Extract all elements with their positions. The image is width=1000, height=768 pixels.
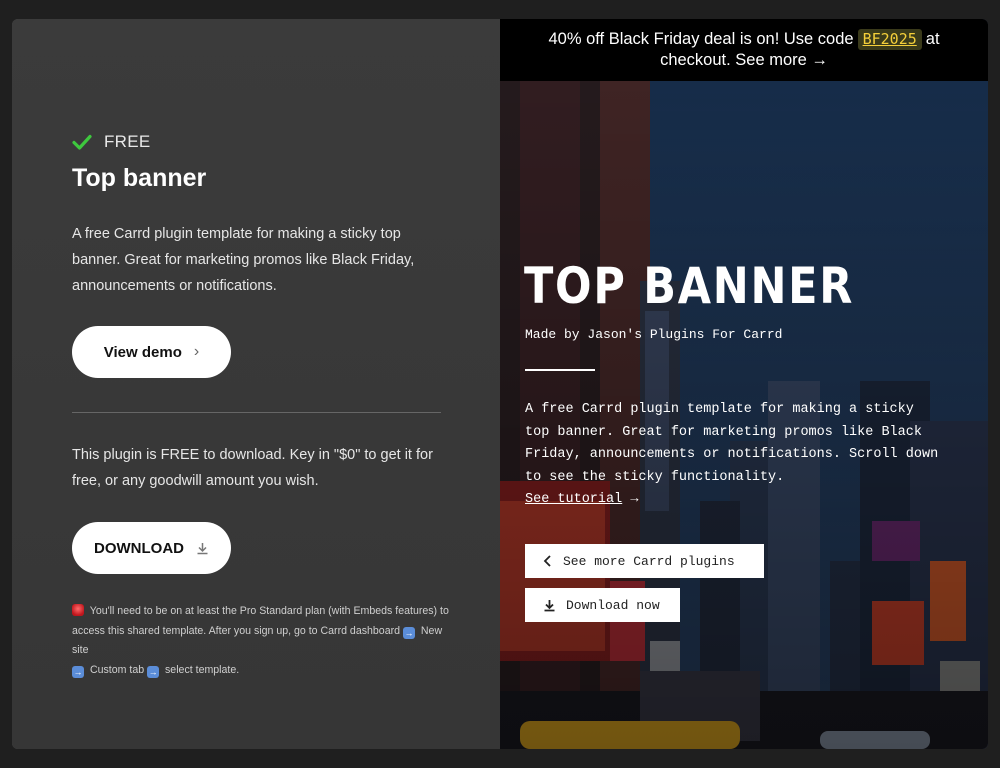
view-demo-label: View demo [103, 343, 182, 361]
download-button[interactable]: DOWNLOAD [72, 522, 231, 574]
plugin-card: FREE Top banner A free Carrd plugin temp… [12, 19, 988, 749]
chevron-left-icon [543, 555, 551, 567]
hero-rule [525, 369, 595, 371]
right-arrow-icon: → [402, 626, 415, 639]
hero-description-text: A free Carrd plugin template for making … [525, 402, 939, 485]
banner-text: 40% off Black Friday deal is on! Use cod… [548, 30, 854, 48]
see-more-plugins-button[interactable]: See more Carrd plugins [525, 544, 764, 578]
banner-line-1: 40% off Black Friday deal is on! Use cod… [548, 29, 940, 50]
download-icon [544, 599, 555, 611]
tutorial-arrow: → [622, 492, 639, 507]
download-label: DOWNLOAD [94, 539, 184, 557]
free-badge: FREE [72, 132, 151, 152]
checkmark-icon [72, 134, 92, 150]
see-tutorial-link[interactable]: See tutorial [525, 492, 622, 507]
preview-panel: 40% off Black Friday deal is on! Use cod… [500, 19, 988, 749]
hero-description: A free Carrd plugin template for making … [525, 399, 945, 512]
download-icon [197, 542, 208, 554]
note-text-4: select template. [162, 663, 240, 676]
download-now-button[interactable]: Download now [525, 588, 680, 622]
promo-code[interactable]: BF2025 [857, 29, 922, 50]
free-label: FREE [104, 132, 151, 151]
banner-after: at [925, 30, 940, 48]
right-arrow-icon: → [147, 665, 160, 678]
banner-line-2[interactable]: checkout. See more → [660, 50, 828, 71]
description: A free Carrd plugin template for making … [72, 226, 415, 294]
city-background-image: TOP BANNER Made by Jason's Plugins For C… [500, 81, 988, 749]
see-more-label: See more Carrd plugins [563, 553, 735, 569]
note-text-1: You'll need to be on at least the Pro St… [72, 605, 449, 637]
note-text-3: Custom tab [87, 663, 148, 676]
download-now-label: Download now [566, 597, 660, 613]
plan-note: You'll need to be on at least the Pro St… [72, 602, 452, 680]
page-title: Top banner [72, 164, 207, 192]
byline: Made by Jason's Plugins For Carrd [525, 327, 783, 342]
right-arrow-icon: → [72, 665, 84, 678]
info-panel: FREE Top banner A free Carrd plugin temp… [12, 19, 500, 749]
hero-title: TOP BANNER [524, 257, 855, 315]
chevron-right-icon: › [193, 343, 200, 360]
view-demo-button[interactable]: View demo › [72, 326, 231, 378]
promo-banner[interactable]: 40% off Black Friday deal is on! Use cod… [500, 19, 988, 81]
divider [72, 412, 441, 413]
siren-icon [72, 604, 84, 616]
plugin-info-text: This plugin is FREE to download. Key in … [72, 447, 433, 489]
